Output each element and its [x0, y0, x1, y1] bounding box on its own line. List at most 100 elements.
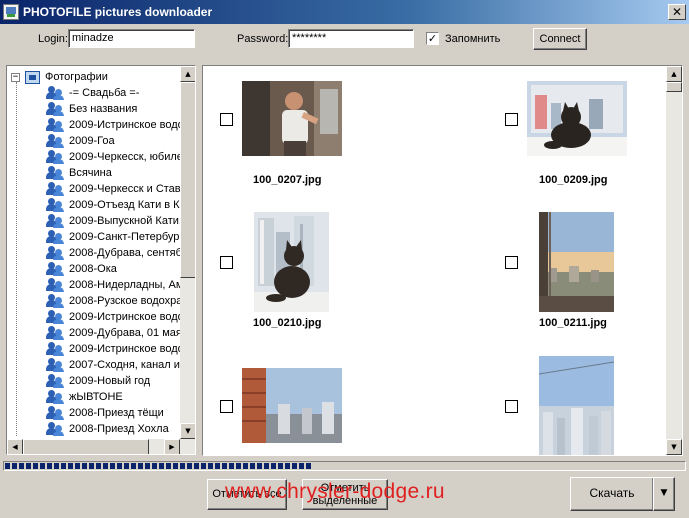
tree-item-label: 2009-Гоа [69, 135, 115, 147]
tree-item-label: 2009-Черкесск, юбиле [69, 151, 180, 163]
user-group-icon [45, 166, 65, 180]
thumbnail-image[interactable] [242, 81, 342, 156]
tree-item-label: 2009-Выпускной Кати, [69, 215, 180, 227]
user-group-icon [45, 390, 65, 404]
tree-item[interactable]: 2009-Отъезд Кати в К [45, 197, 180, 213]
user-group-icon [45, 294, 65, 308]
tree-scroll-left-button[interactable]: ◀ [7, 439, 23, 454]
thumbnail-image[interactable] [242, 368, 342, 443]
thumbnail-image[interactable] [527, 81, 627, 156]
tree-item[interactable]: Без названия [45, 101, 137, 117]
title-bar: PHOTOFILE pictures downloader ✕ [0, 0, 689, 24]
tree-root-node[interactable]: − Фотографии [11, 69, 108, 85]
thumbnail-scroll-down-button[interactable]: ▼ [666, 439, 682, 455]
tree-scroll-thumb[interactable] [180, 82, 195, 278]
tree-hscroll-thumb[interactable] [23, 439, 149, 454]
thumbnail-checkbox[interactable] [505, 400, 518, 413]
tree-item-label: 2008-Нидерладны, Ам [69, 279, 180, 291]
connect-button[interactable]: Connect [533, 28, 587, 50]
thumbnail-image[interactable] [254, 212, 329, 312]
tree-item[interactable]: 2009-Истринское водо [45, 341, 180, 357]
user-group-icon [45, 102, 65, 116]
user-group-icon [45, 182, 65, 196]
mark-all-button[interactable]: Отметить все [207, 479, 287, 510]
app-icon [3, 4, 19, 20]
thumbnail-filename: 100_0207.jpg [253, 174, 322, 186]
tree-item[interactable]: 2009-Истринское водо [45, 117, 180, 133]
tree-scroll-right-button[interactable]: ▶ [164, 439, 180, 454]
photo-folder-icon [25, 70, 40, 84]
download-dropdown-button[interactable]: ▼ [653, 477, 675, 511]
thumbnail-scroll-up-button[interactable]: ▲ [666, 66, 682, 82]
tree-item-label: 2009-Дубрава, 01 мая [69, 327, 180, 339]
user-group-icon [45, 230, 65, 244]
tree-item[interactable]: 2009-Новый год [45, 373, 150, 389]
tree-item[interactable]: 2007-Сходня, канал им [45, 357, 180, 373]
user-group-icon [45, 198, 65, 212]
thumbnail-checkbox[interactable] [505, 113, 518, 126]
tree-item[interactable]: 2009-Санкт-Петербург [45, 229, 180, 245]
user-group-icon [45, 406, 65, 420]
thumbnail-vertical-scrollbar[interactable]: ▲ ▼ [666, 66, 682, 455]
thumbnail-scroll-thumb[interactable] [666, 82, 682, 92]
tree-item-label: 2009-Новый год [69, 375, 151, 387]
collapse-icon[interactable]: − [11, 72, 20, 82]
tree-horizontal-scrollbar[interactable]: ◀ ▶ [7, 439, 195, 454]
tree-item[interactable]: 2008-Нидерладны, Ам [45, 277, 180, 293]
tree-item[interactable]: 2008-Приезд Хохла [45, 421, 169, 437]
tree-item-label: 2008-Дубрава, сентяб [69, 247, 180, 259]
download-button[interactable]: Скачать [570, 477, 654, 511]
tree-item-label: 2009-Истринское водо [69, 343, 180, 355]
thumbnail-checkbox[interactable] [220, 113, 233, 126]
tree-item-label: 2009-Черкесск и Став [69, 183, 180, 195]
tree-root-label: Фотографии [45, 71, 108, 83]
tree-item-label: -= Свадьба =- [69, 87, 140, 99]
tree-item[interactable]: 2008-Рузское водохра [45, 293, 180, 309]
user-group-icon [45, 342, 65, 356]
user-group-icon [45, 422, 65, 436]
remember-label: Запомнить [445, 33, 501, 45]
tree-item[interactable]: жЫВТОНЕ [45, 389, 123, 405]
album-tree-list: − Фотографии -= Свадьба =- Без названия 20… [7, 66, 180, 437]
tree-item[interactable]: Всячина [45, 165, 112, 181]
tree-item[interactable]: 2008-Ока [45, 261, 117, 277]
tree-item[interactable]: 2009-Истринское водо [45, 309, 180, 325]
login-input[interactable]: minadze [68, 29, 195, 48]
tree-item-label: 2007-Сходня, канал им [69, 359, 180, 371]
thumbnail-image[interactable] [539, 356, 614, 455]
user-group-icon [45, 118, 65, 132]
progress-fill [5, 463, 311, 469]
tree-item-label: 2009-Отъезд Кати в К [69, 199, 180, 211]
download-progress-bar [3, 461, 686, 471]
thumbnail-checkbox[interactable] [220, 400, 233, 413]
tree-vertical-scrollbar[interactable]: ▲ ▼ [180, 66, 195, 439]
tree-item[interactable]: 2009-Гоа [45, 133, 115, 149]
album-tree[interactable]: − Фотографии -= Свадьба =- Без названия 20… [6, 65, 196, 455]
password-label: Password: [237, 33, 289, 45]
thumbnail-grid[interactable]: 100_0207.jpg 100_0209.jpg 100_0210.jpg 1… [202, 65, 683, 456]
tree-item[interactable]: 2009-Выпускной Кати, [45, 213, 180, 229]
tree-item-label: 2008-Приезд тёщи [69, 407, 164, 419]
tree-item-label: жЫВТОНЕ [69, 391, 123, 403]
tree-item[interactable]: 2009-Черкесск, юбиле [45, 149, 180, 165]
tree-item[interactable]: -= Свадьба =- [45, 85, 139, 101]
remember-checkbox[interactable]: ✓ [426, 32, 439, 45]
tree-scroll-down-button[interactable]: ▼ [180, 423, 195, 439]
tree-item[interactable]: 2009-Черкесск и Став [45, 181, 180, 197]
tree-item-label: 2008-Рузское водохра [69, 295, 180, 307]
user-group-icon [45, 326, 65, 340]
thumbnail-checkbox[interactable] [505, 256, 518, 269]
mark-selected-button[interactable]: Отметить выделенные [302, 479, 388, 510]
tree-item[interactable]: 2008-Дубрава, сентяб [45, 245, 180, 261]
thumbnail-checkbox[interactable] [220, 256, 233, 269]
thumbnail-image[interactable] [539, 212, 614, 312]
tree-item-label: 2009-Истринское водо [69, 311, 180, 323]
password-input[interactable]: ******** [288, 29, 414, 48]
tree-item[interactable]: 2009-Дубрава, 01 мая [45, 325, 180, 341]
tree-scroll-up-button[interactable]: ▲ [180, 66, 195, 82]
tree-item-label: Всячина [69, 167, 112, 179]
thumbnail-filename: 100_0209.jpg [539, 174, 608, 186]
close-button[interactable]: ✕ [668, 4, 686, 20]
tree-item[interactable]: 2008-Приезд тёщи [45, 405, 164, 421]
user-group-icon [45, 150, 65, 164]
